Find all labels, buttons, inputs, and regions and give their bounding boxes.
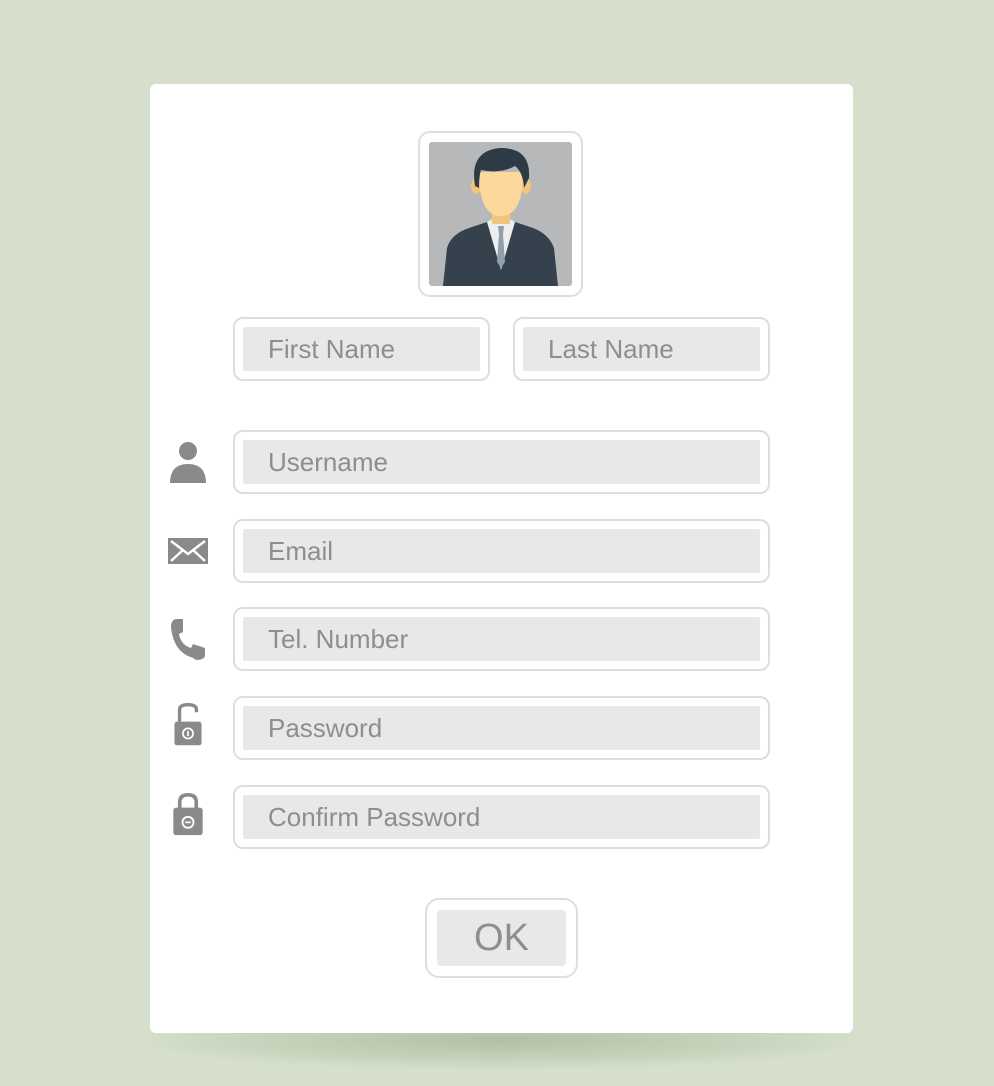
last-name-field[interactable]: Last Name bbox=[513, 317, 770, 381]
last-name-placeholder: Last Name bbox=[523, 327, 760, 371]
ok-button[interactable]: OK bbox=[425, 898, 578, 978]
envelope-icon bbox=[168, 538, 208, 564]
profile-avatar[interactable] bbox=[418, 131, 583, 297]
username-field[interactable]: Username bbox=[233, 430, 770, 494]
user-avatar-icon bbox=[429, 142, 572, 286]
phone-icon bbox=[171, 619, 205, 660]
username-placeholder: Username bbox=[243, 440, 760, 484]
locked-padlock-icon bbox=[173, 793, 203, 836]
first-name-placeholder: First Name bbox=[243, 327, 480, 371]
confirm-password-placeholder: Confirm Password bbox=[243, 795, 760, 839]
ok-button-label: OK bbox=[437, 910, 566, 966]
first-name-field[interactable]: First Name bbox=[233, 317, 490, 381]
tel-number-field[interactable]: Tel. Number bbox=[233, 607, 770, 671]
password-field[interactable]: Password bbox=[233, 696, 770, 760]
email-placeholder: Email bbox=[243, 529, 760, 573]
email-field[interactable]: Email bbox=[233, 519, 770, 583]
user-icon bbox=[170, 442, 206, 483]
tel-number-placeholder: Tel. Number bbox=[243, 617, 760, 661]
password-placeholder: Password bbox=[243, 706, 760, 750]
confirm-password-field[interactable]: Confirm Password bbox=[233, 785, 770, 849]
unlocked-padlock-icon bbox=[174, 703, 202, 746]
